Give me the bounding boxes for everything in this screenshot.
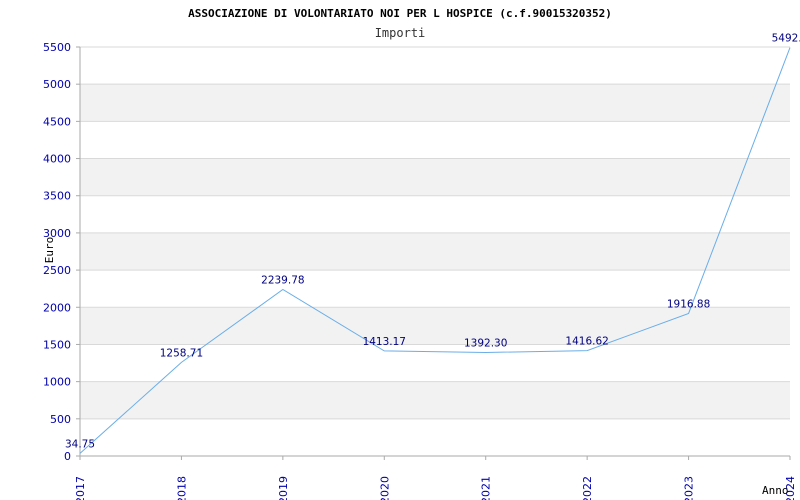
y-tick-label: 1500 <box>43 338 71 351</box>
grid-band <box>80 158 790 196</box>
data-label: 1258.71 <box>160 347 203 359</box>
grid-band <box>80 84 790 122</box>
chart-subtitle: Importi <box>375 26 426 40</box>
grid-band <box>80 232 790 271</box>
data-label: 34.75 <box>65 438 95 450</box>
data-label: 1916.88 <box>667 298 710 310</box>
grid-band <box>80 307 790 345</box>
line-chart: 0500100015002000250030003500400045005000… <box>43 7 800 500</box>
y-tick-label: 4000 <box>43 153 71 166</box>
data-label: 5492.5 <box>772 33 800 45</box>
y-tick-label: 500 <box>50 413 71 426</box>
data-label: 1392.30 <box>464 337 507 349</box>
y-tick-label: 2500 <box>43 264 71 277</box>
y-axis-title: Euro <box>43 237 56 264</box>
y-tick-label: 2000 <box>43 301 71 314</box>
x-axis-title: Anno <box>762 484 789 497</box>
x-tick-label: 2018 <box>175 476 188 500</box>
x-tick-label: 2021 <box>480 476 493 500</box>
y-tick-label: 4500 <box>43 115 71 128</box>
data-label: 1416.62 <box>565 336 608 348</box>
grid-band <box>80 381 790 419</box>
x-tick-label: 2023 <box>683 476 696 500</box>
x-tick-label: 2022 <box>581 476 594 500</box>
x-tick-label: 2019 <box>277 476 290 500</box>
y-tick-label: 3500 <box>43 190 71 203</box>
y-tick-label: 5500 <box>43 41 71 54</box>
x-tick-label: 2017 <box>74 476 87 500</box>
grid-bands <box>80 84 790 419</box>
data-label: 2239.78 <box>261 274 304 286</box>
chart-title: ASSOCIAZIONE DI VOLONTARIATO NOI PER L H… <box>188 7 612 20</box>
x-tick-labels: 2017 2018 2019 2020 2021 2022 2023 2024 <box>74 456 797 500</box>
y-tick-label: 1000 <box>43 376 71 389</box>
y-tick-label: 0 <box>64 450 71 463</box>
y-tick-label: 5000 <box>43 78 71 91</box>
data-label: 1413.17 <box>363 336 406 348</box>
x-tick-label: 2020 <box>378 476 391 500</box>
